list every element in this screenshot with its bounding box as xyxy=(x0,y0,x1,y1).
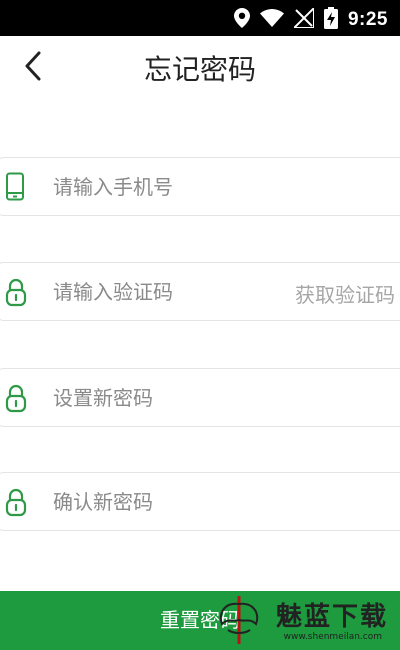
lock-icon xyxy=(5,278,27,307)
confirm-password-field[interactable] xyxy=(0,472,400,531)
no-signal-icon xyxy=(291,5,315,32)
lock-icon xyxy=(5,488,27,517)
phone-input[interactable] xyxy=(53,158,293,215)
phone-icon xyxy=(6,172,24,201)
new-password-input[interactable] xyxy=(53,369,293,426)
lock-icon xyxy=(5,384,27,413)
phone-field[interactable] xyxy=(0,157,400,216)
status-time: 9:25 xyxy=(347,9,388,30)
watermark: 魅蓝下载 www.shenmeilan.com xyxy=(192,596,392,648)
wifi-icon xyxy=(259,9,284,31)
get-code-button[interactable]: 获取验证码 xyxy=(295,279,395,308)
watermark-text: 魅蓝下载 xyxy=(275,602,388,632)
status-icons: 9:25 xyxy=(233,5,388,33)
new-password-field[interactable] xyxy=(0,368,400,427)
page-title: 忘记密码 xyxy=(143,53,256,86)
watermark-url: www.shenmeilan.com xyxy=(283,632,382,642)
code-field[interactable]: 获取验证码 xyxy=(0,262,400,321)
battery-charging-icon xyxy=(323,7,338,33)
location-icon xyxy=(233,8,250,32)
title-bar: 忘记密码 xyxy=(0,36,400,98)
confirm-password-input[interactable] xyxy=(53,473,293,530)
dragon-logo-icon xyxy=(219,596,259,644)
status-bar: 9:25 xyxy=(0,0,400,36)
code-input[interactable] xyxy=(53,263,253,320)
